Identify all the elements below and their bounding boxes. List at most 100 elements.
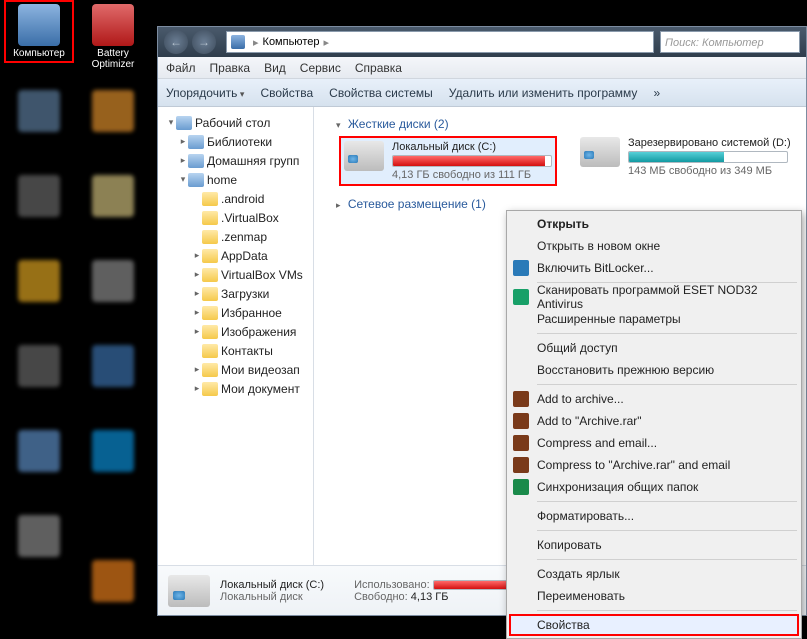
context-menu-item[interactable]: Синхронизация общих папок xyxy=(509,476,799,498)
menu-file[interactable]: Файл xyxy=(166,61,196,75)
shield-icon xyxy=(513,260,529,276)
context-menu-item[interactable]: Compress to "Archive.rar" and email xyxy=(509,454,799,476)
tree-node[interactable]: ▸Избранное xyxy=(160,303,311,322)
tree-node[interactable]: ▾home xyxy=(160,170,311,189)
cmd-overflow[interactable]: » xyxy=(653,86,660,100)
context-menu-item[interactable]: Compress and email... xyxy=(509,432,799,454)
twisty-icon: ▸ xyxy=(192,307,202,318)
tree-node[interactable]: ▸Изображения xyxy=(160,322,311,341)
context-menu-label: Восстановить прежнюю версию xyxy=(537,363,714,377)
twisty-icon: ▸ xyxy=(192,288,202,299)
context-menu-separator xyxy=(537,384,797,385)
special-folder-icon xyxy=(176,116,192,130)
twisty-icon: ▸ xyxy=(192,383,202,394)
cmd-system-properties[interactable]: Свойства системы xyxy=(329,86,433,100)
context-menu-label: Создать ярлык xyxy=(537,567,620,581)
context-menu-item[interactable]: Переименовать xyxy=(509,585,799,607)
computer-icon xyxy=(18,4,60,46)
menu-view[interactable]: Вид xyxy=(264,61,286,75)
context-menu-item[interactable]: Восстановить прежнюю версию xyxy=(509,359,799,381)
rar-icon xyxy=(513,413,529,429)
nav-tree: ▾Рабочий стол▸Библиотеки ▸ Домашняя групп ▾… xyxy=(158,107,314,565)
context-menu-item[interactable]: Копировать xyxy=(509,534,799,556)
tree-node-label: .zenmap xyxy=(221,230,267,244)
details-drive-type: Локальный диск xyxy=(220,591,324,603)
section-hard-drives[interactable]: ▾ Жесткие диски (2) xyxy=(324,113,796,137)
context-menu-label: Расширенные параметры xyxy=(537,312,681,326)
twisty-icon: ▸ xyxy=(178,155,188,166)
search-input[interactable]: Поиск: Компьютер xyxy=(660,31,800,53)
tree-node-label: Домашняя групп xyxy=(207,154,299,168)
folder-icon xyxy=(202,192,218,206)
context-menu-label: Открыть xyxy=(537,217,589,231)
breadcrumb-root[interactable]: Компьютер xyxy=(263,36,320,48)
tree-node-label: .android xyxy=(221,192,264,206)
nav-forward-button[interactable]: → xyxy=(192,30,216,54)
rar-icon xyxy=(513,457,529,473)
context-menu-label: Включить BitLocker... xyxy=(537,261,654,275)
desktop-icon-computer[interactable]: Компьютер xyxy=(8,4,70,59)
desktop-icon-battery-optimizer[interactable]: Battery Optimizer xyxy=(82,4,144,70)
tree-node[interactable]: .zenmap xyxy=(160,227,311,246)
menu-tools[interactable]: Сервис xyxy=(300,61,341,75)
tree-node-label: home xyxy=(207,173,237,187)
tree-node[interactable]: ▸ Домашняя групп xyxy=(160,151,311,170)
cmd-organize[interactable]: Упорядочить xyxy=(166,86,244,100)
context-menu-item[interactable]: Add to archive... xyxy=(509,388,799,410)
tree-node[interactable]: Контакты xyxy=(160,341,311,360)
special-folder-icon xyxy=(188,154,204,168)
tree-node[interactable]: ▸Загрузки xyxy=(160,284,311,303)
drive-icon xyxy=(168,575,210,607)
menu-edit[interactable]: Правка xyxy=(210,61,251,75)
context-menu-item[interactable]: Сканировать программой ESET NOD32 Antivi… xyxy=(509,286,799,308)
context-menu-item[interactable]: Открыть xyxy=(509,213,799,235)
tree-node-label: .VirtualBox xyxy=(221,211,279,225)
cmd-properties[interactable]: Свойства xyxy=(260,86,313,100)
context-menu-separator xyxy=(537,530,797,531)
rar-icon xyxy=(513,435,529,451)
tree-node[interactable]: ▸Мои документ xyxy=(160,379,311,398)
details-free-label: Свободно: xyxy=(354,591,408,603)
menu-help[interactable]: Справка xyxy=(355,61,402,75)
context-menu-label: Переименовать xyxy=(537,589,625,603)
special-folder-icon xyxy=(188,135,204,149)
nav-back-button[interactable]: ← xyxy=(164,30,188,54)
context-menu-item[interactable]: Создать ярлык xyxy=(509,563,799,585)
context-menu-separator xyxy=(537,333,797,334)
tree-node[interactable]: ▸Библиотеки xyxy=(160,132,311,151)
twisty-icon: ▾ xyxy=(166,117,176,128)
tree-node[interactable]: ▸VirtualBox VMs xyxy=(160,265,311,284)
folder-icon xyxy=(202,363,218,377)
cmd-uninstall[interactable]: Удалить или изменить программу xyxy=(449,86,638,100)
folder-icon xyxy=(202,249,218,263)
tree-node[interactable]: ▾Рабочий стол xyxy=(160,113,311,132)
context-menu-item[interactable]: Расширенные параметры xyxy=(509,308,799,330)
context-menu-item[interactable]: Включить BitLocker... xyxy=(509,257,799,279)
drive-item[interactable]: Локальный диск (C:)4,13 ГБ свободно из 1… xyxy=(340,137,556,185)
folder-icon xyxy=(202,211,218,225)
context-menu-item[interactable]: Add to "Archive.rar" xyxy=(509,410,799,432)
context-menu-item[interactable]: Свойства xyxy=(509,614,799,636)
twisty-icon: ▾ xyxy=(336,120,341,130)
context-menu-item[interactable]: Форматировать... xyxy=(509,505,799,527)
address-bar[interactable]: ▸ Компьютер ▸ xyxy=(226,31,654,53)
twisty-icon: ▸ xyxy=(192,269,202,280)
tree-node[interactable]: .android xyxy=(160,189,311,208)
drive-icon xyxy=(344,141,384,171)
tree-node[interactable]: ▸AppData xyxy=(160,246,311,265)
context-menu-label: Копировать xyxy=(537,538,602,552)
context-menu-item[interactable]: Общий доступ xyxy=(509,337,799,359)
folder-icon xyxy=(202,382,218,396)
folder-icon xyxy=(202,344,218,358)
tree-node[interactable]: ▸Мои видеозап xyxy=(160,360,311,379)
desktop: Компьютер Battery Optimizer xyxy=(0,0,155,625)
context-menu-label: Compress to "Archive.rar" and email xyxy=(537,458,730,472)
context-menu-separator xyxy=(537,610,797,611)
titlebar: ← → ▸ Компьютер ▸ Поиск: Компьютер xyxy=(158,27,806,57)
drive-name: Зарезервировано системой (D:) xyxy=(628,137,791,149)
folder-icon xyxy=(202,287,218,301)
tree-node-label: AppData xyxy=(221,249,268,263)
drive-item[interactable]: Зарезервировано системой (D:)143 МБ своб… xyxy=(580,137,791,185)
tree-node[interactable]: .VirtualBox xyxy=(160,208,311,227)
context-menu-item[interactable]: Открыть в новом окне xyxy=(509,235,799,257)
